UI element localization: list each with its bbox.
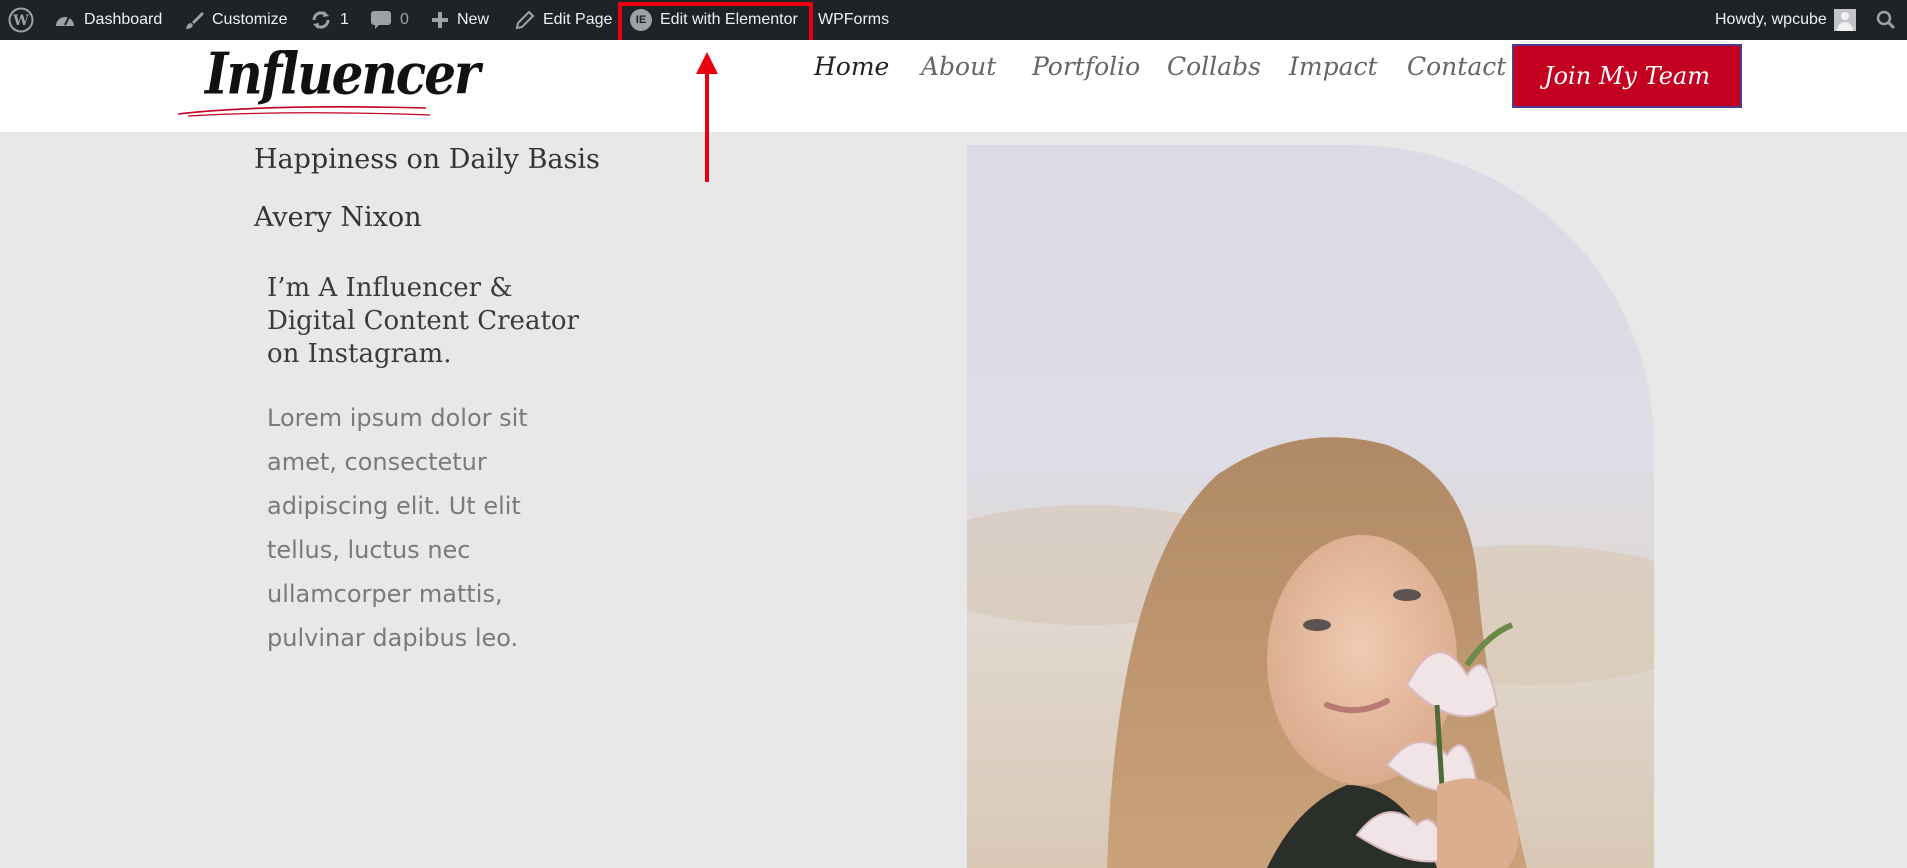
howdy-greeting: Howdy, wpcube (1715, 11, 1827, 28)
nav-collabs[interactable]: Collabs (1167, 52, 1261, 81)
wordpress-logo-icon[interactable]: W (8, 0, 34, 40)
hero-bio: Lorem ipsum dolor sit amet, consectetur … (267, 404, 528, 652)
dashboard-icon (54, 11, 76, 29)
nav-impact[interactable]: Impact (1289, 52, 1378, 81)
hero-photo (967, 145, 1654, 868)
edit-page-menu[interactable]: Edit Page (515, 0, 612, 40)
annotation-arrow-icon (696, 52, 718, 182)
elementor-icon: IE (630, 9, 652, 31)
my-account-menu[interactable]: Howdy, wpcube (1715, 0, 1856, 40)
svg-text:W: W (12, 13, 29, 29)
updates-icon (310, 9, 332, 31)
hero-headline: I’m A Influencer & Digital Content Creat… (267, 273, 579, 369)
dashboard-label: Dashboard (84, 11, 163, 28)
site-header: Influencer Home About Portfolio Collabs … (0, 40, 1907, 132)
admin-search-button[interactable] (1876, 0, 1896, 40)
hero-tagline: Happiness on Daily Basis (254, 144, 600, 175)
edit-with-elementor-menu[interactable]: IE Edit with Elementor (630, 0, 798, 40)
updates-menu[interactable]: 1 (310, 0, 349, 40)
wpforms-menu[interactable]: WPForms (818, 0, 889, 40)
search-icon (1876, 10, 1896, 30)
comment-bubble-icon (370, 10, 392, 30)
edit-with-elementor-label: Edit with Elementor (660, 11, 798, 28)
new-label: New (457, 11, 490, 28)
edit-page-label: Edit Page (543, 11, 613, 28)
updates-count: 1 (340, 11, 349, 28)
wpforms-label: WPForms (818, 11, 890, 28)
avatar (1833, 9, 1856, 31)
join-my-team-button[interactable]: Join My Team (1512, 44, 1742, 108)
logo-swash-icon (177, 106, 431, 117)
customize-label: Customize (212, 11, 288, 28)
nav-contact[interactable]: Contact (1407, 52, 1506, 81)
comments-menu[interactable]: 0 (370, 0, 409, 40)
nav-about[interactable]: About (921, 52, 996, 81)
hero-name: Avery Nixon (254, 202, 422, 233)
nav-home[interactable]: Home (814, 52, 889, 81)
paintbrush-icon (184, 10, 204, 30)
site-logo[interactable]: Influencer (205, 40, 480, 108)
new-content-menu[interactable]: New (431, 0, 489, 40)
comments-count: 0 (400, 11, 409, 28)
wp-admin-bar: W Dashboard Customize 1 0 New Edit Page … (0, 0, 1907, 40)
plus-icon (431, 11, 449, 29)
pencil-icon (515, 10, 535, 30)
customize-menu[interactable]: Customize (184, 0, 288, 40)
dashboard-menu[interactable]: Dashboard (54, 0, 162, 40)
nav-portfolio[interactable]: Portfolio (1032, 52, 1140, 81)
